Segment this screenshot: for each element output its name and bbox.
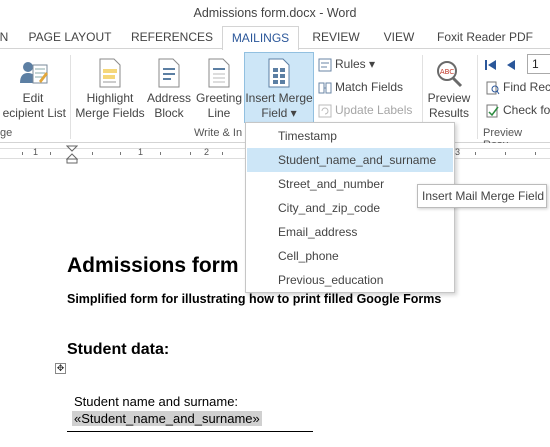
tab-view[interactable]: VIEW [377,26,421,49]
address-block-label-1: Address [146,91,192,105]
tab-references[interactable]: REFERENCES [128,26,216,49]
edit-recipient-list-button[interactable]: Edit ecipient List [0,57,66,121]
window-title: Admissions form.docx - Word [0,0,550,26]
tab-mailings[interactable]: MAILINGS [222,26,299,50]
check-errors-icon [486,104,499,118]
address-block-button[interactable]: Address Block [146,57,192,121]
first-record-icon[interactable] [484,58,498,72]
student-name-label[interactable]: Student name and surname: [74,394,238,409]
ruler-number: 1 [33,147,39,157]
address-block-icon [158,58,180,88]
document-subtitle[interactable]: Simplified form for illustrating how to … [67,292,441,306]
match-fields-icon [318,82,332,94]
find-recipient-label: Find Rec [503,80,550,94]
ruler-tick [22,152,23,155]
preview-results-label-2: Results [428,106,469,120]
menu-item-email-address[interactable]: Email_address [247,220,453,244]
insert-merge-field-label-1: Insert Merge [245,91,313,105]
ruler-tick [505,152,506,155]
insert-merge-field-icon [268,58,290,88]
ruler-number: 2 [204,147,210,157]
ruler-tick [190,152,191,155]
table-move-handle-icon[interactable]: ✥ [55,363,66,374]
preview-results-label-1: Preview [427,91,471,105]
find-recipient-button[interactable]: Find Rec [486,77,550,97]
greeting-line-icon [208,58,230,88]
check-errors-label: Check fo [503,103,550,117]
greeting-line-label-2: Line [207,106,231,120]
ruler-tick [475,152,476,155]
group-separator [70,55,71,139]
menu-item-student-name-and-surname[interactable]: Student_name_and_surname [247,148,453,172]
group-label-start: ge [0,127,13,139]
edit-recipient-list-icon [20,62,48,84]
greeting-line-label-1: Greeting [195,91,243,105]
greeting-line-button[interactable]: Greeting Line [194,57,244,121]
table-cell-border [67,431,313,432]
document-title[interactable]: Admissions form [67,254,239,278]
ruler-tick [50,152,51,155]
match-fields-label: Match Fields [335,80,404,94]
rules-label: Rules ▾ [335,57,376,71]
insert-mail-merge-field-tooltip: Insert Mail Merge Field [417,184,547,208]
edit-recipient-list-label-1: Edit [22,91,44,105]
highlight-merge-fields-icon [99,58,121,88]
tab-page-layout[interactable]: PAGE LAYOUT [22,26,118,49]
menu-item-timestamp[interactable]: Timestamp [247,124,453,148]
ruler-number: 1 [138,147,144,157]
ruler-tick [120,152,121,155]
highlight-merge-fields-label-2: Merge Fields [75,106,145,120]
group-label-write-insert: Write & In [194,127,243,139]
preview-results-button[interactable]: ABC Preview Results [424,57,474,121]
update-labels-button[interactable]: Update Labels [318,100,412,120]
rules-icon [318,58,332,72]
tab-review[interactable]: REVIEW [307,26,365,49]
ruler-number: 3 [455,147,461,157]
previous-record-icon[interactable] [504,58,518,72]
section-heading[interactable]: Student data: [67,341,169,359]
highlight-merge-fields-label-1: Highlight [86,91,134,105]
record-number-input[interactable]: 1 [527,54,550,74]
ruler-tick [160,152,161,155]
ruler-tick [222,152,223,155]
highlight-merge-fields-button[interactable]: Highlight Merge Fields [74,57,146,121]
preview-results-icon: ABC [437,61,463,88]
edit-recipient-list-label-2: ecipient List [2,106,66,120]
ruler-tick [535,152,536,155]
find-recipient-icon [486,81,500,95]
indent-marker-icon[interactable] [66,145,78,165]
svg-text:ABC: ABC [440,68,454,76]
update-labels-icon [318,104,332,118]
ruler-tick [92,152,93,155]
menu-item-previous-education[interactable]: Previous_education [247,268,453,292]
student-name-merge-field[interactable]: «Student_name_and_surname» [72,411,262,426]
group-separator [477,55,478,139]
record-navigation [484,54,521,74]
match-fields-button[interactable]: Match Fields [318,77,403,97]
insert-merge-field-label-2: Field ▾ [261,106,297,120]
tab-foxit-reader-pdf[interactable]: Foxit Reader PDF [432,26,538,49]
menu-item-cell-phone[interactable]: Cell_phone [247,244,453,268]
check-errors-button[interactable]: Check fo [486,100,550,120]
insert-merge-field-button[interactable]: Insert Merge Field ▾ [244,52,314,123]
tab-design[interactable]: N [0,26,10,49]
update-labels-label: Update Labels [335,103,413,117]
rules-button[interactable]: Rules ▾ [318,54,375,74]
ribbon-tabs: N PAGE LAYOUT REFERENCES MAILINGS REVIEW… [0,26,550,50]
address-block-label-2: Block [154,106,184,120]
